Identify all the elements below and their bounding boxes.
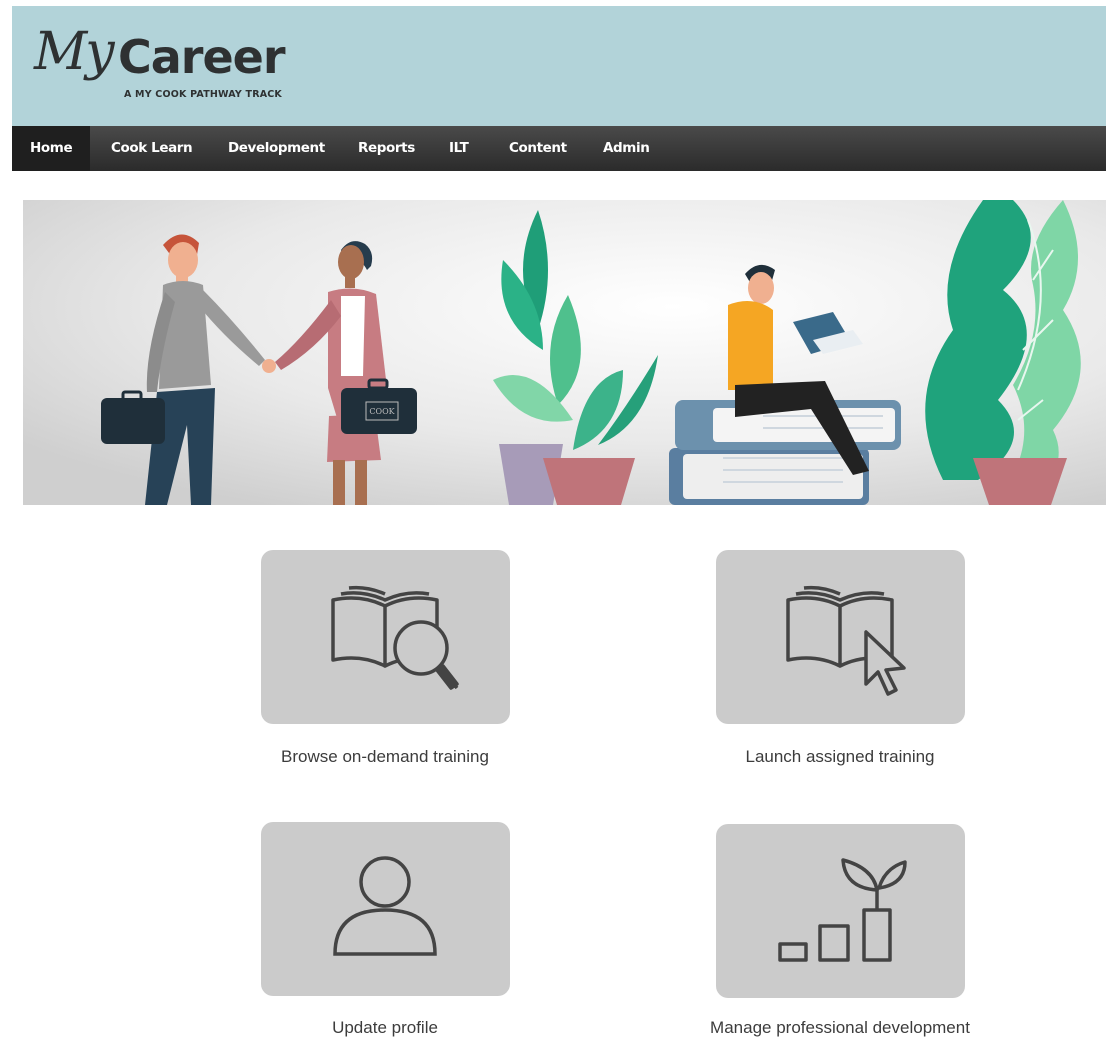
logo-tagline: A MY COOK PATHWAY TRACK [124, 89, 282, 100]
mycareer-logo[interactable]: My Career A MY COOK PATHWAY TRACK [34, 22, 334, 112]
browse-training-label[interactable]: Browse on-demand training [235, 747, 535, 767]
update-profile-label[interactable]: Update profile [235, 1018, 535, 1038]
logo-script-text: My [34, 22, 115, 82]
launch-training-tile[interactable] [716, 550, 965, 724]
nav-item-reports[interactable]: Reports [358, 126, 415, 171]
book-cursor-icon [786, 585, 906, 696]
nav-item-admin[interactable]: Admin [603, 126, 650, 171]
nav-item-ilt[interactable]: ILT [449, 126, 469, 171]
nav-item-content[interactable]: Content [509, 126, 567, 171]
manage-development-label[interactable]: Manage professional development [690, 1018, 990, 1038]
logo-title-text: Career [118, 30, 286, 84]
book-magnifier-icon [331, 585, 459, 690]
launch-training-label[interactable]: Launch assigned training [690, 747, 990, 767]
site-header: My Career A MY COOK PATHWAY TRACK [12, 6, 1106, 126]
manage-development-tile[interactable] [716, 824, 965, 998]
briefcase-cook-text: COOK [369, 407, 395, 416]
update-profile-tile[interactable] [261, 822, 510, 996]
person-icon [333, 856, 437, 956]
growth-chart-icon [778, 858, 907, 962]
main-nav: Home Cook Learn Development Reports ILT … [12, 126, 1106, 171]
nav-item-development[interactable]: Development [228, 126, 325, 171]
nav-item-home[interactable]: Home [12, 126, 91, 171]
hero-banner: COOK [23, 200, 1106, 505]
nav-item-cook-learn[interactable]: Cook Learn [111, 126, 193, 171]
browse-training-tile[interactable] [261, 550, 510, 724]
hero-illustration: COOK [23, 200, 1106, 505]
